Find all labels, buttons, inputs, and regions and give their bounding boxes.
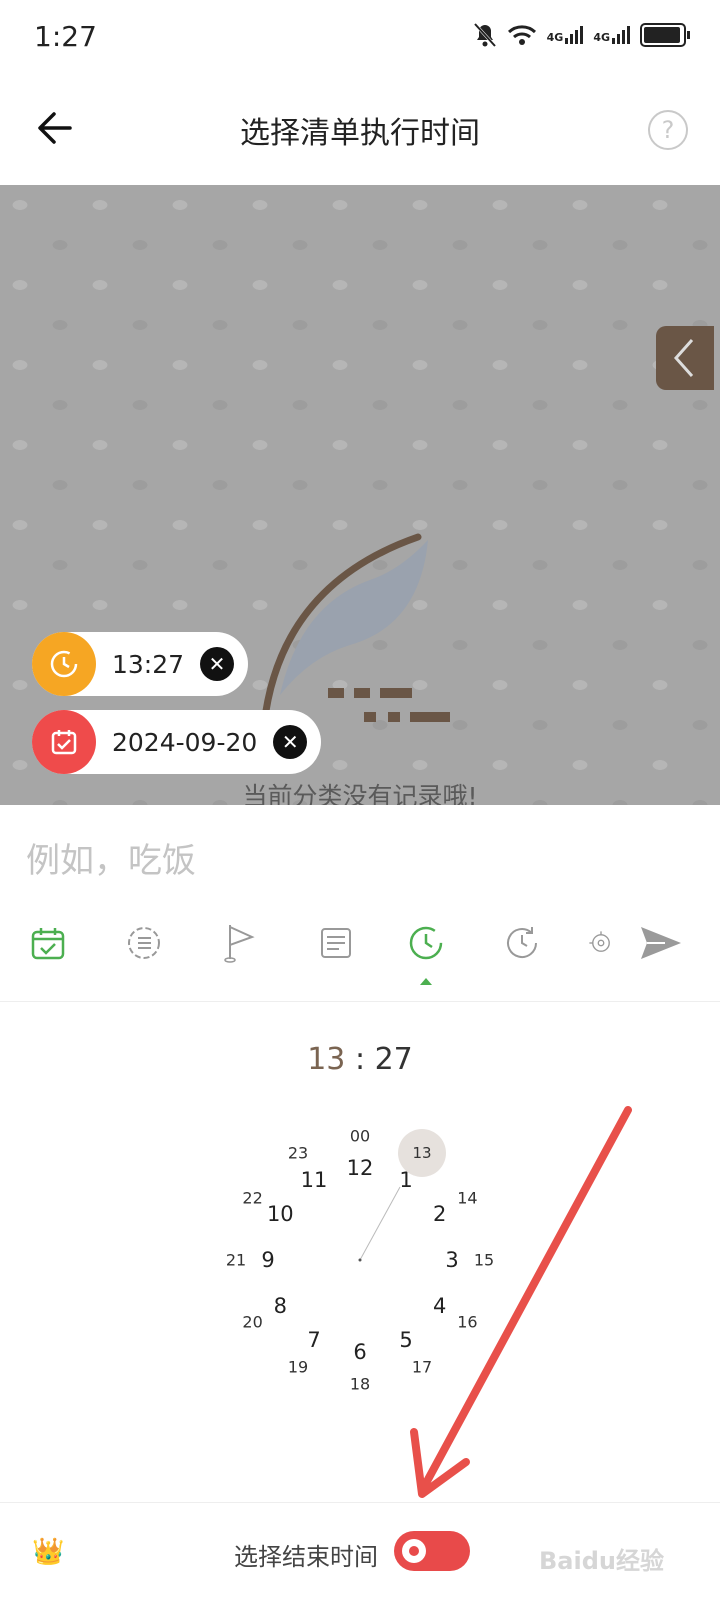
- mute-bell-icon: [473, 22, 496, 48]
- chip-time-text: 13:27: [112, 649, 185, 679]
- clock-hour-6[interactable]: 6: [353, 1340, 366, 1364]
- wifi-icon: [507, 25, 536, 45]
- chip-date-text: 2024-09-20: [112, 727, 258, 757]
- clock-hour-00[interactable]: 00: [350, 1127, 370, 1146]
- header: 选择清单执行时间 ?: [0, 80, 720, 184]
- status-bar: 1:27 4G 4G: [0, 0, 720, 80]
- clock-hour-19[interactable]: 19: [288, 1358, 308, 1377]
- empty-state-text: 当前分类没有记录哦!: [242, 782, 478, 805]
- selected-time-display: 13 : 27: [0, 1042, 720, 1077]
- drawer-handle[interactable]: [656, 326, 714, 390]
- list-area: 当前分类没有记录哦! 13:27 ✕ 2024-09-20 ✕: [0, 185, 720, 805]
- empty-illustration: [260, 533, 450, 725]
- clock-hour-5[interactable]: 5: [399, 1328, 412, 1352]
- clock-icon: [32, 632, 96, 696]
- clock-hour-21[interactable]: 21: [226, 1251, 246, 1270]
- clear-date-button[interactable]: ✕: [273, 725, 308, 759]
- clock-hour-16[interactable]: 16: [457, 1313, 477, 1332]
- signal-4g-icon: 4G: [593, 26, 630, 44]
- clock-hour-7[interactable]: 7: [307, 1328, 320, 1352]
- page-title: 选择清单执行时间: [240, 116, 480, 151]
- end-time-toggle[interactable]: [394, 1531, 470, 1571]
- repeat-icon[interactable]: [498, 915, 546, 971]
- date-chip[interactable]: 2024-09-20 ✕: [32, 710, 322, 774]
- crown-icon[interactable]: 👑: [32, 1537, 64, 1567]
- clock-hour-11[interactable]: 11: [301, 1168, 328, 1192]
- toggle-knob: [402, 1539, 426, 1563]
- clock-hour-10[interactable]: 10: [267, 1202, 294, 1226]
- clock-hour-22[interactable]: 22: [242, 1189, 262, 1208]
- chevron-left-icon: [673, 339, 694, 377]
- clock-hand: [358, 1186, 401, 1262]
- task-input[interactable]: [24, 832, 668, 890]
- clock-hour-20[interactable]: 20: [242, 1313, 262, 1332]
- clock-hour-23[interactable]: 23: [288, 1143, 308, 1162]
- time-chip[interactable]: 13:27 ✕: [32, 632, 249, 696]
- status-time: 1:27: [34, 20, 97, 53]
- clock-hour-8[interactable]: 8: [274, 1294, 287, 1318]
- notes-icon[interactable]: [312, 915, 360, 971]
- list-icon[interactable]: [120, 915, 168, 971]
- clock-hour-9[interactable]: 9: [261, 1248, 274, 1272]
- help-button[interactable]: ?: [648, 110, 688, 150]
- status-icons: 4G 4G: [473, 22, 690, 48]
- location-icon[interactable]: [588, 915, 614, 971]
- clock-hour-2[interactable]: 2: [433, 1202, 446, 1226]
- clock-hour-3[interactable]: 3: [445, 1248, 458, 1272]
- calendar-check-icon[interactable]: [24, 915, 72, 971]
- clock-hour-12[interactable]: 12: [347, 1156, 374, 1180]
- minute-value[interactable]: 27: [375, 1042, 413, 1077]
- time-icon[interactable]: [402, 915, 450, 985]
- signal-4g-icon: 4G: [547, 26, 584, 44]
- clock-face[interactable]: 12 1 2 3 4 5 6 7 8 9 10 11 00 13 14 15 16 17 18 19 20 21 22 23: [0, 1100, 720, 1460]
- clock-hour-18[interactable]: 18: [350, 1375, 370, 1394]
- send-icon: [641, 927, 681, 959]
- clock-hour-14[interactable]: 14: [457, 1189, 477, 1208]
- watermark: Baidu经验: [539, 1547, 664, 1575]
- bottom-bar: 👑 选择结束时间 Baidu经验: [0, 1502, 720, 1601]
- end-time-label: 选择结束时间: [234, 1543, 378, 1571]
- hour-value[interactable]: 13: [307, 1042, 345, 1077]
- active-indicator: [420, 978, 432, 985]
- clock-hour-15[interactable]: 15: [474, 1251, 494, 1270]
- battery-icon: [640, 23, 690, 47]
- clock-hour-13[interactable]: 13: [398, 1128, 446, 1177]
- toolbar: [0, 915, 720, 1002]
- send-button[interactable]: [636, 915, 686, 971]
- flag-icon[interactable]: [216, 915, 264, 971]
- calendar-icon: [32, 710, 96, 774]
- clear-time-button[interactable]: ✕: [200, 647, 235, 681]
- clock-hour-4[interactable]: 4: [433, 1294, 446, 1318]
- clock-hour-17[interactable]: 17: [412, 1358, 432, 1377]
- time-separator: :: [354, 1042, 366, 1077]
